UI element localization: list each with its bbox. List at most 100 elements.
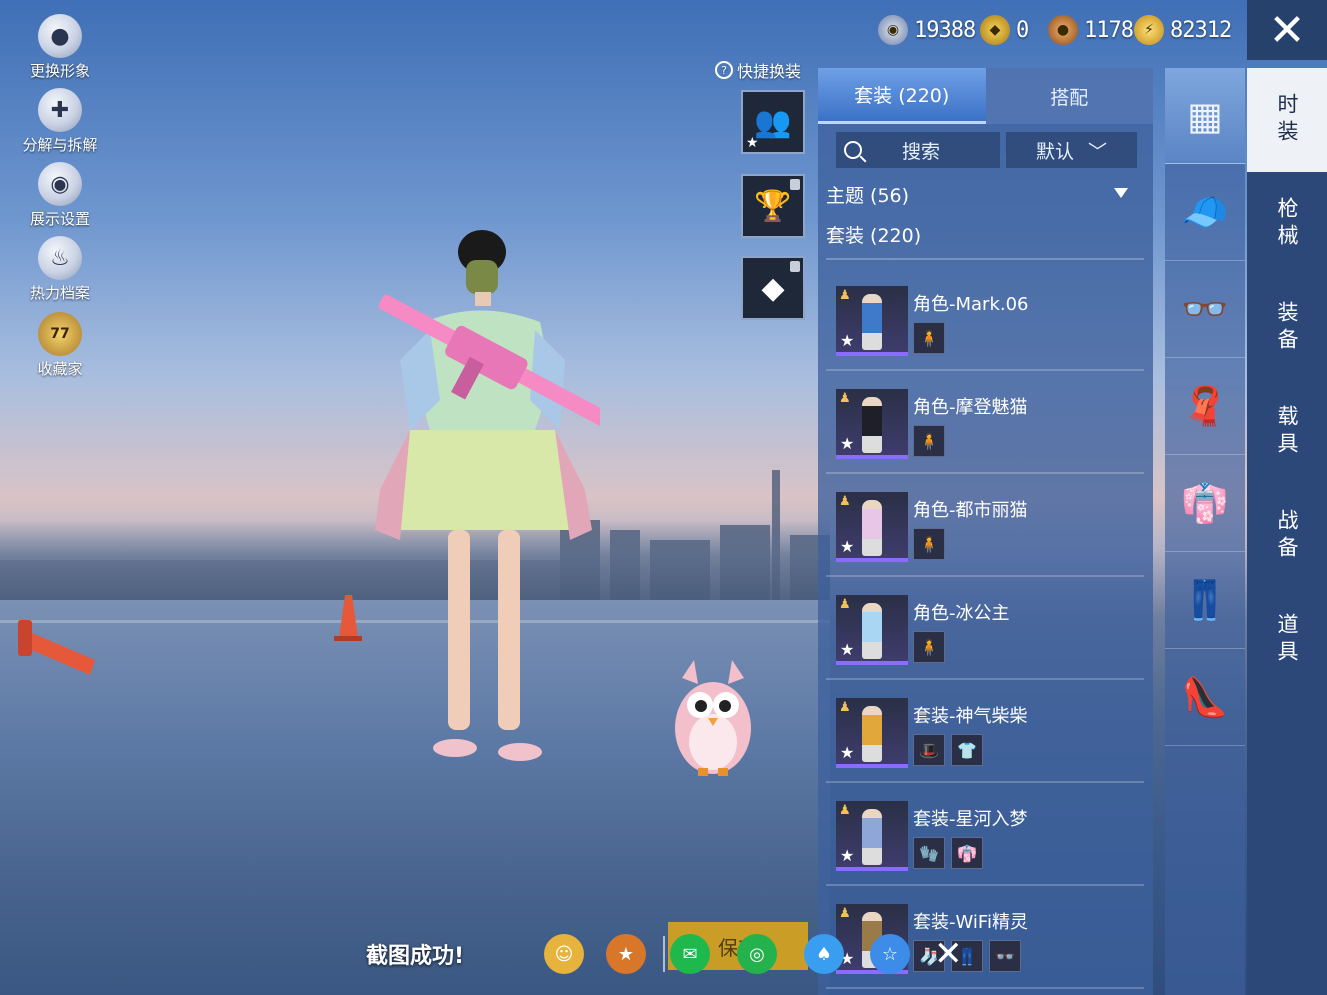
sort-dropdown[interactable]: 默认 ﹀ [1006, 132, 1137, 168]
character-icon: ♟ [839, 597, 851, 612]
outfit-part-thumb[interactable]: 👓 [989, 940, 1021, 972]
chevron-down-icon: ﹀ [1088, 140, 1108, 163]
outfit-parts: 🧍 [913, 631, 945, 663]
outfit-name: 套装-神气柴柴 [913, 706, 1028, 727]
person-icon: ● [38, 14, 82, 58]
category-shoes[interactable]: 👠 [1165, 650, 1245, 746]
traffic-cones [18, 595, 362, 675]
quick-change-label: 快捷换装 [737, 62, 802, 81]
part-icon: 👘 [957, 843, 977, 863]
outfit-item[interactable]: ♟ ★ 角色-冰公主 🧍 [826, 577, 1144, 680]
character-icon: ♟ [839, 700, 851, 715]
outfit-part-thumb[interactable]: 👘 [951, 837, 983, 869]
outfit-item[interactable]: ♟ ★ 角色-都市丽猫 🧍 [826, 474, 1144, 577]
puzzle-icon: ✚ [38, 88, 82, 132]
wechat-icon[interactable]: ✉ [670, 934, 710, 974]
tab-matching[interactable]: 搭配 [985, 68, 1153, 124]
outfit-figure [862, 500, 882, 556]
player-character[interactable] [370, 230, 600, 770]
outfit-parts: 🎩 👕 [913, 734, 983, 766]
outfit-item[interactable]: ♟ ★ 套装-WiFi精灵 🧦 👖 👓 [826, 886, 1144, 989]
quick-slot-trophy[interactable]: 🏆 [741, 174, 805, 238]
outfit-part-thumb[interactable]: 🧤 [913, 837, 945, 869]
lock-icon [790, 179, 800, 190]
side-tab[interactable]: 时装 [1247, 68, 1327, 172]
outfit-figure [862, 706, 882, 762]
currency-silver[interactable]: ◉ 19388 [878, 10, 976, 50]
outfit-figure [862, 603, 882, 659]
outfit-thumbnail[interactable]: ♟ ★ [836, 698, 908, 768]
outfit-item[interactable]: ♟ ★ 套装-星河入梦 🧤 👘 [826, 783, 1144, 886]
character-icon: ♟ [839, 906, 851, 921]
heat-profile-button[interactable]: ♨ 热力档案 [10, 236, 110, 303]
currency-gold-token[interactable]: ◆ 0 [980, 10, 1029, 50]
quick-change-toggle[interactable]: ? 快捷换装 [715, 58, 801, 82]
outfit-item[interactable]: ♟ ★ 角色-摩登魅猫 🧍 [826, 371, 1144, 474]
category-outfit-box[interactable]: ▦ [1165, 68, 1245, 164]
outfit-thumbnail[interactable]: ♟ ★ [836, 595, 908, 665]
category-mask[interactable]: 🧣 [1165, 359, 1245, 455]
part-icon: 🧍 [919, 534, 939, 554]
outfit-thumbnail[interactable]: ♟ ★ [836, 389, 908, 459]
category-top-clothes[interactable]: 👘 [1165, 456, 1245, 552]
outfit-parts: 🧤 👘 [913, 837, 983, 869]
outfit-thumbnail[interactable]: ♟ ★ [836, 801, 908, 871]
share-close-button[interactable]: ✕ [934, 934, 963, 974]
side-tab[interactable]: 道具 [1247, 588, 1327, 692]
outfit-figure [862, 397, 882, 453]
outfit-item[interactable]: ♟ ★ 角色-Mark.06 🧍 [826, 268, 1144, 371]
outfit-part-thumb[interactable]: 🧍 [913, 631, 945, 663]
flame-icon: ♨ [38, 236, 82, 280]
help-icon: ? [715, 61, 733, 79]
theme-filter[interactable]: 主题 (56) [826, 176, 1146, 212]
side-tab[interactable]: 战备 [1247, 484, 1327, 588]
change-appearance-label: 更换形象 [29, 62, 90, 80]
decompose-label: 分解与拆解 [22, 136, 98, 154]
currency-bronze[interactable]: ● 1178 [1048, 10, 1134, 50]
search-input[interactable]: 搜索 [836, 132, 1000, 168]
side-tab[interactable]: 装备 [1247, 276, 1327, 380]
outfit-name: 角色-冰公主 [913, 603, 1010, 624]
outfit-part-thumb[interactable]: 🧍 [913, 425, 945, 457]
category-cap[interactable]: 🧢 [1165, 165, 1245, 261]
close-button[interactable]: ✕ [1247, 0, 1327, 60]
outfit-thumbnail[interactable]: ♟ ★ [836, 286, 908, 356]
quick-slot-outfit[interactable]: 👥 ★ [741, 90, 805, 154]
character-icon: ♟ [839, 391, 851, 406]
avatar-share-icon[interactable]: ☺ [544, 934, 584, 974]
outfit-item[interactable]: ♟ ★ 套装-神气柴柴 🎩 👕 [826, 680, 1144, 783]
outfit-part-thumb[interactable]: 🧍 [913, 322, 945, 354]
currency-lightning[interactable]: ⚡ 82312 [1134, 10, 1232, 50]
moments-icon[interactable]: ◎ [737, 934, 777, 974]
qq-icon[interactable]: ♠ [804, 934, 844, 974]
game-logo-icon[interactable]: ★ [606, 934, 646, 974]
outfit-part-thumb[interactable]: 🧍 [913, 528, 945, 560]
display-settings-button[interactable]: ◉ 展示设置 [10, 162, 110, 229]
side-tab[interactable]: 载具 [1247, 380, 1327, 484]
decompose-button[interactable]: ✚ 分解与拆解 [10, 88, 110, 155]
share-divider [663, 936, 665, 972]
outfit-thumbnail[interactable]: ♟ ★ [836, 492, 908, 562]
top-clothes-icon: 👘 [1181, 481, 1229, 525]
change-appearance-button[interactable]: ● 更换形象 [10, 14, 110, 81]
star-icon: ★ [840, 331, 855, 350]
collector-button[interactable]: 77 收藏家 [10, 312, 110, 379]
pet-companion[interactable] [668, 650, 758, 780]
currency-gold-token-value: 0 [1016, 17, 1029, 43]
qzone-icon[interactable]: ☆ [870, 934, 910, 974]
suits-filter[interactable]: 套装 (220) [826, 216, 1146, 252]
wardrobe-panel: 套装 (220) 搭配 搜索 默认 ﹀ 主题 (56) 套装 (220) ♟ ★… [818, 68, 1153, 995]
eye-icon: ◉ [38, 162, 82, 206]
star-icon: ★ [840, 846, 855, 865]
outfit-parts: 🧍 [913, 425, 945, 457]
quick-slot-diamond[interactable]: ◆ [741, 256, 805, 320]
category-glasses[interactable]: 👓 [1165, 262, 1245, 358]
category-pants[interactable]: 👖 [1165, 553, 1245, 649]
star-icon: ★ [746, 135, 759, 151]
outfit-part-thumb[interactable]: 🎩 [913, 734, 945, 766]
collector-label: 收藏家 [37, 360, 83, 378]
side-tab[interactable]: 枪械 [1247, 172, 1327, 276]
search-placeholder: 搜索 [902, 140, 941, 163]
tab-suits[interactable]: 套装 (220) [818, 68, 986, 124]
outfit-part-thumb[interactable]: 👕 [951, 734, 983, 766]
